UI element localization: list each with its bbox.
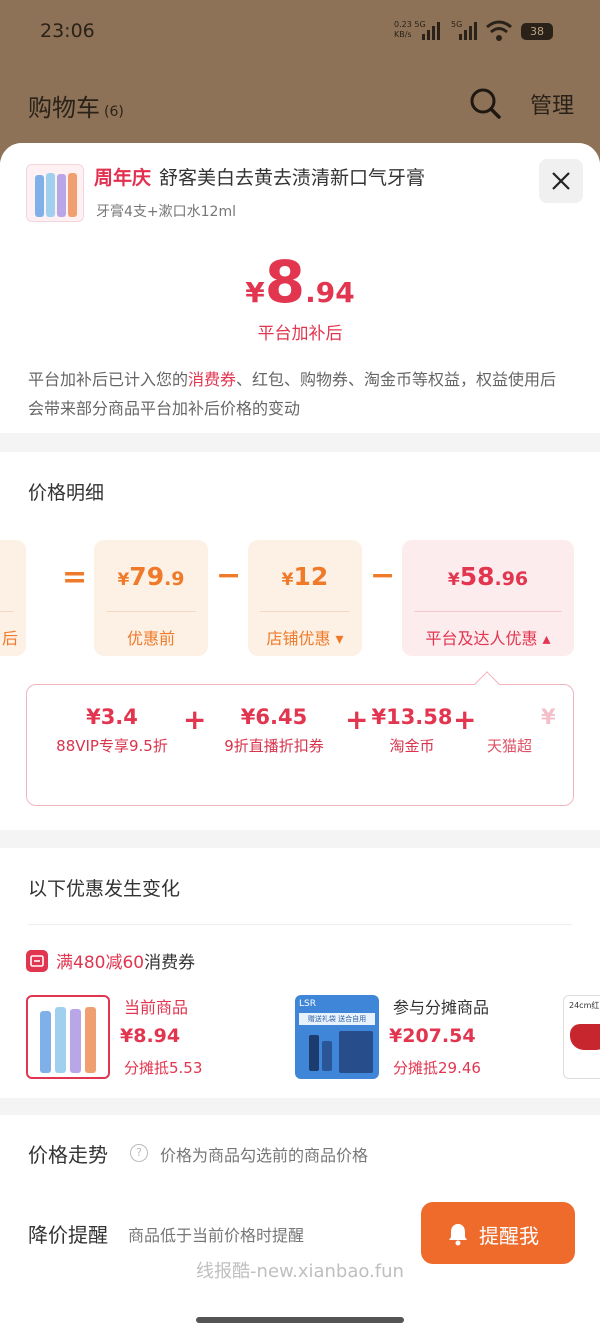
current-product-price: ¥8.94	[120, 1025, 181, 1047]
close-button[interactable]	[539, 159, 583, 203]
price-breakdown: 价格明细 后 = ¥79.9 优惠前 − ¥12 店铺优惠 ▾ − ¥58.96…	[0, 452, 600, 830]
close-icon	[552, 172, 570, 190]
coupon-icon	[26, 950, 48, 972]
minus-sign-2: −	[370, 558, 396, 593]
participant-product-price: ¥207.54	[389, 1025, 476, 1047]
product-thumbnail	[26, 164, 84, 222]
platform-discount-box[interactable]: ¥58.96 平台及达人优惠 ▴	[402, 540, 574, 656]
participant-product-label: 参与分摊商品	[393, 998, 490, 1017]
current-product-image[interactable]	[26, 995, 110, 1079]
discount-item-partial: ¥ 天猫超	[487, 705, 556, 755]
price-drop-title: 降价提醒	[28, 1223, 108, 1247]
remind-me-button[interactable]: 提醒我	[421, 1202, 575, 1264]
status-bar: 23:06 0.23 5G KB/s 5G 38	[0, 0, 600, 68]
product-name: 周年庆 舒客美白去黄去渍清新口气牙膏	[94, 167, 426, 189]
changes-title: 以下优惠发生变化	[28, 878, 181, 900]
network-speed: 0.23 5G KB/s	[394, 20, 426, 39]
discount-item: ¥3.4 88VIP专享9.5折	[56, 705, 168, 755]
discount-item: ¥6.45 9折直播折扣券	[224, 705, 324, 755]
platform-discount-panel: ¥3.4 88VIP专享9.5折 + ¥6.45 9折直播折扣券 + ¥13.5…	[26, 684, 574, 806]
signal-icon-2	[459, 22, 477, 40]
partial-price-box: 后	[0, 540, 26, 656]
battery-icon: 38	[521, 23, 553, 40]
minus-sign: −	[216, 558, 242, 593]
price-drop-desc: 商品低于当前价格时提醒	[128, 1226, 305, 1245]
anniversary-tag: 周年庆	[94, 167, 152, 189]
platform-discount-toggle[interactable]: 平台及达人优惠 ▴	[402, 625, 574, 649]
home-indicator[interactable]	[196, 1317, 404, 1323]
price-trend-section: 价格走势 ? 价格为商品勾选前的商品价格 降价提醒 商品低于当前价格时提醒 提醒…	[0, 1115, 600, 1333]
equals-sign: =	[62, 560, 88, 595]
price-detail-sheet: 周年庆 舒客美白去黄去渍清新口气牙膏 牙膏4支+漱口水12ml ¥8.94 平台加…	[0, 143, 600, 1333]
discount-changes: 以下优惠发生变化 满480减60消费券 当前商品 ¥8.94 分摊抵5.53 L…	[0, 848, 600, 1098]
plus-sign: +	[345, 703, 369, 736]
watermark: 线报酷-new.xianbao.fun	[196, 1261, 404, 1282]
wifi-icon	[486, 20, 512, 41]
plus-sign: +	[453, 703, 477, 736]
clock: 23:06	[40, 20, 95, 42]
participant-product-share: 分摊抵29.46	[393, 1059, 481, 1077]
current-product-share: 分摊抵5.53	[124, 1059, 203, 1077]
page-title: 购物车 (6)	[28, 94, 124, 122]
price-trend-title: 价格走势	[28, 1143, 108, 1167]
help-icon[interactable]: ?	[130, 1144, 148, 1162]
signal-icon	[422, 22, 440, 40]
product-summary: 周年庆 舒客美白去黄去渍清新口气牙膏 牙膏4支+漱口水12ml ¥8.94 平台加…	[0, 143, 600, 433]
original-price-box: ¥79.9 优惠前	[94, 540, 208, 656]
cart-header: 购物车 (6) 管理	[0, 68, 600, 140]
subsidy-notice: 平台加补后已计入您的消费券、红包、购物券、淘金币等权益，权益使用后会带来部分商品…	[28, 370, 557, 418]
discount-item: ¥13.58 淘金币	[371, 705, 453, 755]
search-icon[interactable]	[468, 86, 502, 120]
bell-icon	[449, 1224, 467, 1246]
current-product-label: 当前商品	[124, 998, 189, 1017]
store-discount-toggle[interactable]: 店铺优惠 ▾	[248, 625, 362, 649]
plus-sign: +	[183, 703, 207, 736]
participant-product-image-2[interactable]: 24cm红	[563, 995, 600, 1079]
final-price-label: 平台加补后	[257, 324, 343, 344]
coupon-name: 满480减60消费券	[56, 953, 196, 973]
price-detail-title: 价格明细	[28, 482, 105, 504]
product-spec: 牙膏4支+漱口水12ml	[96, 204, 236, 220]
price-trend-desc: 价格为商品勾选前的商品价格	[160, 1146, 369, 1165]
cart-count: (6)	[104, 104, 124, 120]
participant-product-image[interactable]: LSR 赠送礼袋 送合自用	[295, 995, 379, 1079]
manage-button[interactable]: 管理	[530, 88, 574, 120]
final-price: ¥8.94	[245, 248, 355, 316]
store-discount-box[interactable]: ¥12 店铺优惠 ▾	[248, 540, 362, 656]
consumption-coupon-link[interactable]: 消费券	[188, 370, 236, 389]
